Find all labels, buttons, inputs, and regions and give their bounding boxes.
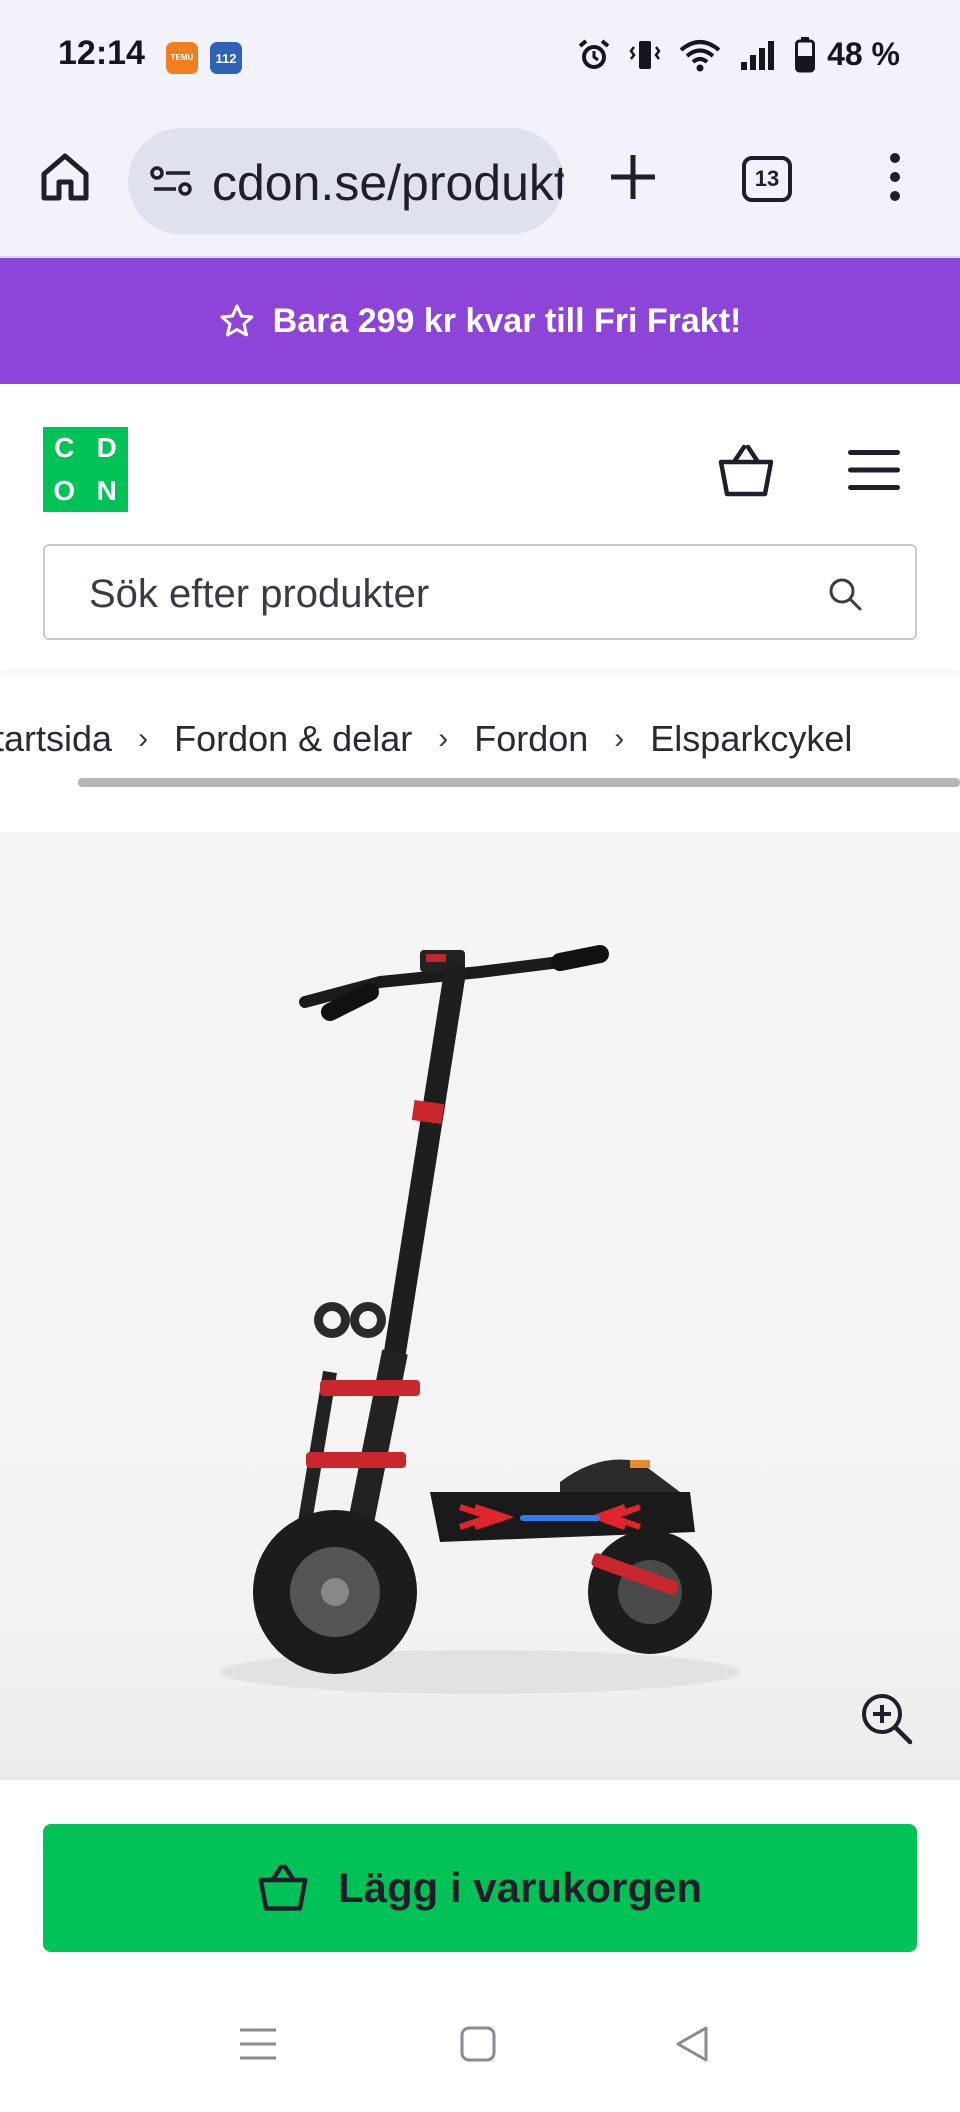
cdon-logo[interactable]: C D O N [43, 427, 128, 512]
hamburger-menu-icon[interactable] [848, 448, 900, 492]
search-input[interactable]: Sök efter produkter [43, 544, 917, 640]
site-settings-icon[interactable] [150, 166, 194, 196]
zoom-in-icon[interactable] [860, 1692, 914, 1746]
more-options-icon[interactable] [880, 152, 910, 202]
url-text: cdon.se/produkt [212, 155, 564, 211]
status-icons: 48 % [577, 36, 900, 73]
breadcrumb-item-home[interactable]: Startsida [0, 718, 112, 760]
back-icon[interactable] [670, 2022, 714, 2066]
free-shipping-banner: Bara 299 kr kvar till Fri Frakt! [0, 258, 960, 384]
breadcrumb-item-vehicles-parts[interactable]: Fordon & delar [174, 718, 412, 760]
breadcrumb-item-escooter[interactable]: Elsparkcykel [650, 718, 852, 760]
alarm-icon [578, 38, 610, 69]
home-nav-icon[interactable] [456, 2022, 500, 2066]
chevron-right-icon: › [138, 722, 149, 755]
battery-percentage: 48 % [827, 36, 900, 72]
chevron-right-icon: › [438, 722, 449, 755]
browser-toolbar: cdon.se/produkt 13 [0, 112, 960, 258]
breadcrumb-item-vehicles[interactable]: Fordon [474, 718, 588, 760]
cart-icon [258, 1864, 308, 1911]
chevron-right-icon: › [614, 722, 625, 755]
status-time: 12:14 [58, 34, 145, 72]
search-placeholder: Sök efter produkter [89, 572, 430, 616]
home-icon[interactable] [38, 150, 92, 204]
electric-scooter-image [220, 945, 740, 1694]
wifi-icon [679, 39, 721, 71]
logo-letter: N [96, 474, 117, 506]
add-to-cart-button[interactable]: Lägg i varukorgen [43, 1824, 917, 1952]
temu-notification-icon: TEMU [166, 42, 198, 74]
new-tab-icon[interactable] [608, 152, 658, 202]
system-nav-bar [0, 1976, 960, 2112]
product-image[interactable] [0, 832, 960, 1780]
breadcrumb: Startsida › Fordon & delar › Fordon › El… [0, 712, 960, 772]
breadcrumb-scrollbar[interactable] [78, 778, 960, 787]
tab-switcher-button[interactable]: 13 [742, 156, 792, 202]
signal-icon [741, 40, 775, 70]
112-notification-icon: 112 [210, 42, 242, 74]
promo-text: Bara 299 kr kvar till Fri Frakt! [272, 301, 742, 340]
address-bar[interactable]: cdon.se/produkt [128, 128, 564, 234]
logo-letter: C [54, 432, 75, 464]
logo-letter: O [53, 474, 76, 506]
search-icon[interactable] [827, 576, 863, 612]
site-header: C D O N Sök efter produkter [0, 384, 960, 670]
logo-letter: D [96, 432, 117, 464]
cta-area: Lägg i varukorgen [0, 1780, 960, 1976]
recent-apps-icon[interactable] [236, 2022, 280, 2066]
status-bar: 12:14 TEMU 112 48 % [0, 0, 960, 112]
star-icon [220, 304, 254, 337]
add-to-cart-label: Lägg i varukorgen [337, 1864, 703, 1911]
vibrate-icon [629, 40, 661, 69]
cart-icon[interactable] [718, 444, 774, 498]
battery-icon [795, 36, 816, 72]
